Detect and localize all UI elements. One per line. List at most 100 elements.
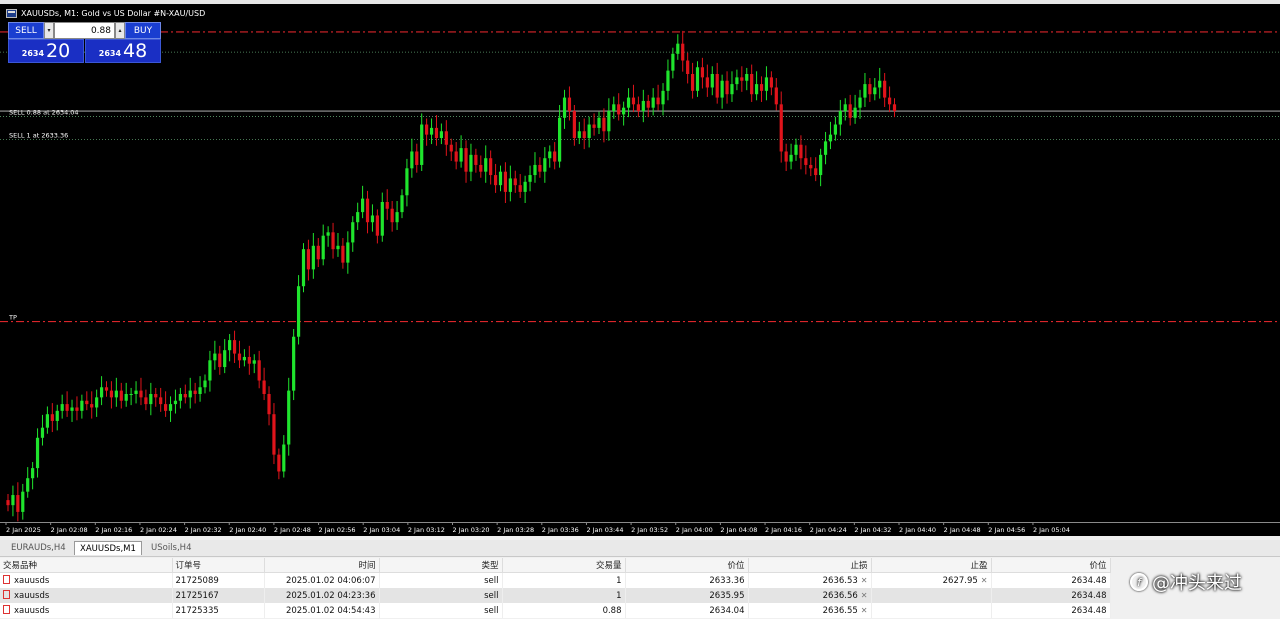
- candle-body-34[interactable]: [173, 400, 178, 405]
- candle-body-46[interactable]: [232, 340, 237, 354]
- candle-body-125[interactable]: [622, 107, 626, 115]
- chart-window[interactable]: SLSELL 1 at 2635.95SELL 0.88 at 2634.04S…: [0, 4, 1280, 536]
- remove-sl-icon[interactable]: ✕: [861, 591, 868, 600]
- candle-body-4[interactable]: [26, 478, 30, 492]
- candle-body-54[interactable]: [272, 414, 276, 455]
- candle-body-59[interactable]: [296, 286, 301, 337]
- candle-body-165[interactable]: [819, 154, 823, 176]
- candle-body-12[interactable]: [65, 404, 69, 411]
- col-symbol[interactable]: 交易品种: [0, 558, 173, 573]
- candle-body-156[interactable]: [774, 87, 778, 105]
- col-volume[interactable]: 交易量: [502, 558, 626, 573]
- candle-body-36[interactable]: [183, 394, 187, 398]
- candle-body-103[interactable]: [513, 178, 517, 186]
- candle-body-41[interactable]: [208, 360, 212, 381]
- candle-body-104[interactable]: [518, 185, 522, 192]
- candle-body-162[interactable]: [804, 158, 808, 165]
- candle-body-38[interactable]: [193, 390, 197, 394]
- candle-body-61[interactable]: [306, 249, 311, 270]
- col-time[interactable]: 时间: [264, 558, 380, 573]
- candle-body-23[interactable]: [119, 390, 123, 401]
- candle-body-83[interactable]: [415, 151, 419, 165]
- candle-body-6[interactable]: [35, 437, 40, 469]
- candle-body-126[interactable]: [626, 97, 631, 108]
- candle-body-26[interactable]: [134, 390, 138, 394]
- candle-body-45[interactable]: [228, 340, 232, 351]
- candle-body-172[interactable]: [853, 107, 857, 118]
- candle-body-143[interactable]: [710, 74, 714, 88]
- candle-body-142[interactable]: [705, 77, 709, 88]
- candle-body-150[interactable]: [745, 74, 749, 81]
- candle-body-164[interactable]: [814, 168, 818, 176]
- candle-body-132[interactable]: [656, 97, 660, 105]
- candle-body-20[interactable]: [104, 387, 109, 391]
- table-row[interactable]: xauusds 21725167 2025.01.02 04:23:36 sel…: [0, 588, 1111, 603]
- candle-body-121[interactable]: [602, 117, 606, 132]
- col-type[interactable]: 类型: [379, 558, 503, 573]
- candle-body-14[interactable]: [75, 407, 79, 411]
- candle-body-80[interactable]: [400, 195, 404, 213]
- candle-body-8[interactable]: [45, 414, 49, 428]
- candle-body-65[interactable]: [326, 232, 330, 236]
- candle-body-57[interactable]: [287, 390, 291, 445]
- candle-body-86[interactable]: [429, 127, 434, 135]
- candle-body-112[interactable]: [558, 117, 562, 162]
- candle-body-51[interactable]: [257, 360, 261, 381]
- candle-body-24[interactable]: [124, 394, 128, 401]
- candle-body-129[interactable]: [641, 100, 645, 112]
- candle-body-109[interactable]: [543, 158, 547, 172]
- candle-body-0[interactable]: [6, 500, 10, 506]
- candle-body-175[interactable]: [868, 84, 872, 95]
- candle-body-37[interactable]: [188, 390, 192, 398]
- candle-body-138[interactable]: [686, 60, 690, 74]
- candle-body-122[interactable]: [607, 111, 611, 132]
- candle-body-29[interactable]: [149, 394, 153, 405]
- col-take-profit[interactable]: 止盈: [871, 558, 992, 573]
- candle-body-144[interactable]: [715, 74, 719, 98]
- candle-body-48[interactable]: [242, 356, 246, 361]
- candle-body-168[interactable]: [833, 124, 837, 135]
- candle-body-141[interactable]: [700, 67, 705, 78]
- remove-tp-icon[interactable]: ✕: [981, 576, 988, 585]
- candle-body-106[interactable]: [528, 175, 532, 182]
- candle-body-148[interactable]: [735, 77, 739, 85]
- candle-body-169[interactable]: [838, 111, 842, 125]
- candle-body-49[interactable]: [247, 356, 251, 364]
- candle-body-85[interactable]: [425, 124, 429, 135]
- candle-body-35[interactable]: [178, 394, 182, 401]
- candle-body-81[interactable]: [405, 168, 409, 196]
- candle-body-67[interactable]: [336, 245, 340, 250]
- candle-body-79[interactable]: [395, 212, 399, 223]
- candle-body-99[interactable]: [493, 175, 498, 186]
- candle-body-154[interactable]: [764, 77, 769, 91]
- candle-body-149[interactable]: [740, 77, 744, 81]
- candle-body-98[interactable]: [489, 158, 493, 176]
- candle-body-72[interactable]: [361, 198, 365, 213]
- candle-body-31[interactable]: [159, 397, 163, 405]
- col-current-price[interactable]: 价位: [991, 558, 1111, 573]
- candle-body-139[interactable]: [690, 74, 695, 91]
- candle-body-158[interactable]: [784, 151, 788, 162]
- candle-body-120[interactable]: [597, 117, 601, 128]
- candle-body-89[interactable]: [444, 131, 448, 145]
- candle-body-146[interactable]: [725, 80, 729, 95]
- bid-quote[interactable]: 2634 20: [8, 39, 84, 63]
- candle-body-101[interactable]: [503, 171, 508, 192]
- candle-body-130[interactable]: [646, 100, 650, 108]
- candle-body-119[interactable]: [592, 124, 596, 128]
- candle-body-159[interactable]: [789, 154, 793, 162]
- candle-body-116[interactable]: [577, 131, 581, 138]
- candle-body-147[interactable]: [730, 84, 734, 95]
- candle-body-153[interactable]: [759, 84, 764, 91]
- candle-body-16[interactable]: [85, 400, 89, 405]
- candle-body-82[interactable]: [410, 151, 414, 169]
- candle-body-74[interactable]: [370, 215, 375, 223]
- candle-body-50[interactable]: [252, 360, 256, 364]
- candle-body-110[interactable]: [548, 151, 552, 159]
- candle-body-84[interactable]: [420, 124, 424, 165]
- table-row[interactable]: xauusds 21725335 2025.01.02 04:54:43 sel…: [0, 603, 1111, 618]
- candle-body-107[interactable]: [533, 164, 537, 176]
- candle-body-127[interactable]: [631, 97, 636, 105]
- candle-body-171[interactable]: [848, 104, 852, 118]
- candle-body-44[interactable]: [223, 350, 227, 368]
